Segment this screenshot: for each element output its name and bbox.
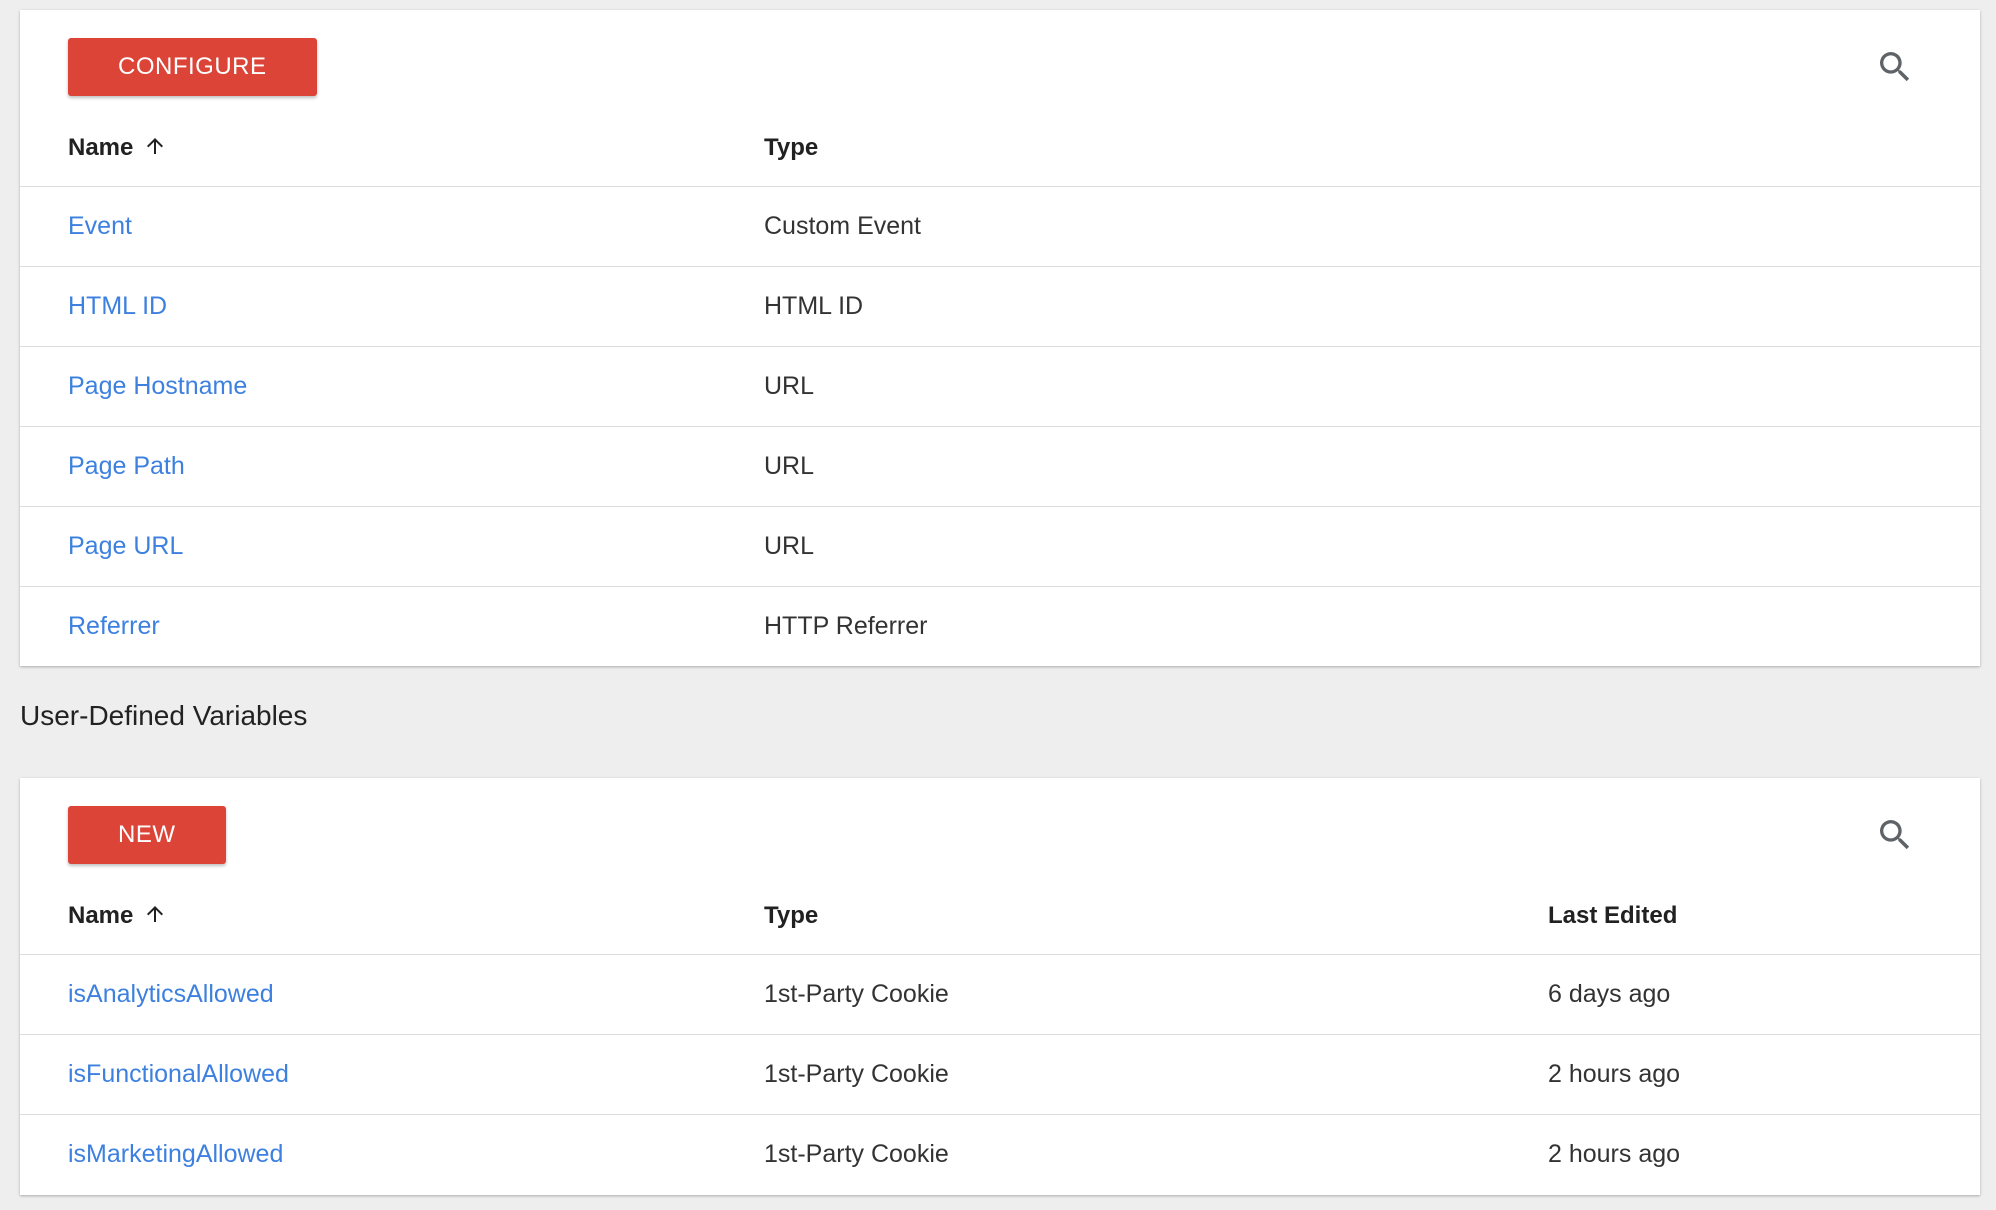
variable-name-cell: Referrer bbox=[20, 586, 764, 666]
search-button[interactable] bbox=[1870, 42, 1920, 92]
variable-type-cell: 1st-Party Cookie bbox=[764, 1139, 949, 1168]
variable-name-cell: Page Path bbox=[20, 426, 764, 506]
variable-name-cell: Page URL bbox=[20, 506, 764, 586]
last-edited-column-header[interactable]: Last Edited bbox=[1548, 902, 1980, 954]
empty-cell bbox=[1548, 266, 1980, 346]
variable-link[interactable]: Referrer bbox=[68, 612, 160, 640]
variable-link[interactable]: Page Hostname bbox=[68, 372, 247, 400]
variable-type-cell: URL bbox=[764, 531, 815, 560]
variable-type-cell: URL bbox=[764, 371, 815, 400]
variable-type-cell: Custom Event bbox=[764, 211, 922, 240]
last-edited-cell: 2 hours ago bbox=[1548, 1059, 1681, 1088]
table-row: Page Path URL bbox=[20, 426, 1980, 506]
empty-cell bbox=[1548, 186, 1980, 266]
new-variable-button[interactable]: NEW bbox=[68, 806, 226, 864]
table-row: isMarketingAllowed 1st-Party Cookie 2 ho… bbox=[20, 1114, 1980, 1194]
type-column-header[interactable]: Type bbox=[764, 902, 1548, 954]
variable-link[interactable]: Page URL bbox=[68, 532, 183, 560]
name-header-label: Name bbox=[68, 902, 134, 929]
built-in-variables-table: Name Type Event Custom Event HTML ID HTM… bbox=[20, 134, 1980, 666]
variable-type-cell: HTTP Referrer bbox=[764, 611, 928, 640]
built-in-variables-card: CONFIGURE Name Type Event Custom Event H… bbox=[20, 10, 1980, 666]
empty-cell bbox=[1548, 586, 1980, 666]
search-button[interactable] bbox=[1870, 810, 1920, 860]
table-row: isFunctionalAllowed 1st-Party Cookie 2 h… bbox=[20, 1034, 1980, 1114]
variable-type-cell: URL bbox=[764, 451, 815, 480]
variable-link[interactable]: isFunctionalAllowed bbox=[68, 1060, 289, 1088]
search-icon bbox=[1880, 52, 1910, 82]
empty-cell bbox=[1548, 346, 1980, 426]
table-row: Referrer HTTP Referrer bbox=[20, 586, 1980, 666]
user-defined-variables-toolbar: NEW bbox=[20, 778, 1980, 902]
variable-type-cell: 1st-Party Cookie bbox=[764, 979, 949, 1008]
type-column-header[interactable]: Type bbox=[764, 134, 1548, 186]
arrow-up-icon bbox=[147, 138, 164, 154]
last-edited-cell: 6 days ago bbox=[1548, 979, 1671, 1008]
variable-name-cell: isMarketingAllowed bbox=[20, 1114, 764, 1194]
name-column-header[interactable]: Name bbox=[20, 902, 764, 954]
configure-button[interactable]: CONFIGURE bbox=[68, 38, 317, 96]
variable-link[interactable]: Page Path bbox=[68, 452, 185, 480]
empty-cell bbox=[1548, 426, 1980, 506]
variable-type-cell: 1st-Party Cookie bbox=[764, 1059, 949, 1088]
variable-link[interactable]: isMarketingAllowed bbox=[68, 1140, 283, 1168]
variable-name-cell: isFunctionalAllowed bbox=[20, 1034, 764, 1114]
name-column-header[interactable]: Name bbox=[20, 134, 764, 186]
last-edited-cell: 2 hours ago bbox=[1548, 1139, 1681, 1168]
arrow-up-icon bbox=[147, 906, 164, 922]
table-row: Page URL URL bbox=[20, 506, 1980, 586]
variable-name-cell: Event bbox=[20, 186, 764, 266]
table-row: Event Custom Event bbox=[20, 186, 1980, 266]
empty-column-header bbox=[1548, 134, 1980, 186]
variable-link[interactable]: isAnalyticsAllowed bbox=[68, 980, 274, 1008]
user-defined-variables-card: NEW Name Type Last Edited isAnalyticsAll… bbox=[20, 778, 1980, 1195]
user-defined-variables-title: User-Defined Variables bbox=[20, 700, 308, 731]
table-header-row: Name Type Last Edited bbox=[20, 902, 1980, 954]
variable-link[interactable]: Event bbox=[68, 212, 132, 240]
variable-name-cell: isAnalyticsAllowed bbox=[20, 954, 764, 1034]
table-row: HTML ID HTML ID bbox=[20, 266, 1980, 346]
table-row: isAnalyticsAllowed 1st-Party Cookie 6 da… bbox=[20, 954, 1980, 1034]
table-row: Page Hostname URL bbox=[20, 346, 1980, 426]
variable-link[interactable]: HTML ID bbox=[68, 292, 167, 320]
variable-type-cell: HTML ID bbox=[764, 291, 864, 320]
name-header-label: Name bbox=[68, 134, 134, 161]
search-icon bbox=[1880, 820, 1910, 850]
variable-name-cell: Page Hostname bbox=[20, 346, 764, 426]
empty-cell bbox=[1548, 506, 1980, 586]
table-header-row: Name Type bbox=[20, 134, 1980, 186]
user-defined-variables-table: Name Type Last Edited isAnalyticsAllowed… bbox=[20, 902, 1980, 1194]
variable-name-cell: HTML ID bbox=[20, 266, 764, 346]
built-in-variables-toolbar: CONFIGURE bbox=[20, 10, 1980, 134]
